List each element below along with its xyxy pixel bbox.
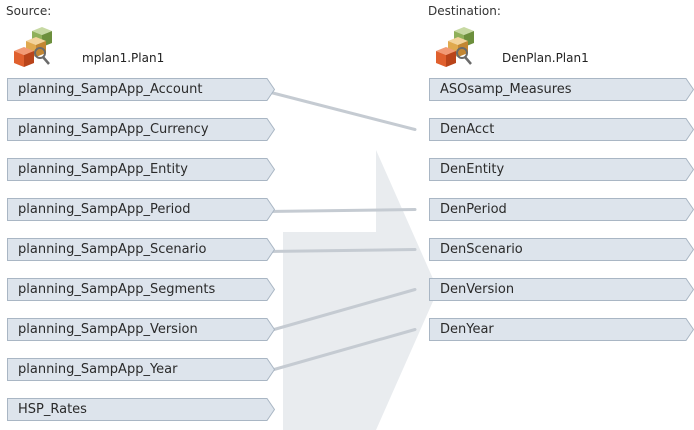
destination-dimension-label: DenPeriod bbox=[440, 202, 507, 217]
source-dimension-label: planning_SampApp_Currency bbox=[18, 122, 209, 137]
source-dimension-list: planning_SampApp_Account planning_SampAp… bbox=[7, 78, 275, 430]
destination-dimension-label: DenEntity bbox=[440, 162, 505, 177]
dimension-mapping-canvas: Source: Destination: mplan1.Plan1 DenPla… bbox=[0, 0, 694, 430]
source-plan-name: mplan1.Plan1 bbox=[82, 51, 165, 65]
source-dimension-item[interactable]: planning_SampApp_Account bbox=[7, 78, 275, 101]
source-dimension-label: planning_SampApp_Segments bbox=[18, 282, 216, 297]
destination-dimension-item[interactable]: DenAcct bbox=[429, 118, 694, 141]
source-label: Source: bbox=[6, 4, 52, 18]
direction-arrow-shape bbox=[283, 150, 438, 430]
destination-plan-name: DenPlan.Plan1 bbox=[502, 51, 589, 65]
source-dimension-item[interactable]: planning_SampApp_Period bbox=[7, 198, 275, 221]
source-dimension-label: HSP_Rates bbox=[18, 402, 87, 417]
plan-cube-icon bbox=[14, 27, 52, 67]
destination-dimension-label: DenVersion bbox=[440, 282, 515, 297]
destination-label: Destination: bbox=[428, 4, 501, 18]
source-dimension-item[interactable]: planning_SampApp_Segments bbox=[7, 278, 275, 301]
destination-dimension-label: DenAcct bbox=[440, 122, 495, 137]
destination-dimension-item[interactable]: DenEntity bbox=[429, 158, 694, 181]
destination-dimension-label: DenYear bbox=[440, 322, 494, 337]
destination-dimension-item[interactable]: DenYear bbox=[429, 318, 694, 341]
source-dimension-label: planning_SampApp_Entity bbox=[18, 162, 188, 177]
source-dimension-label: planning_SampApp_Account bbox=[18, 82, 203, 97]
destination-dimension-list: ASOsamp_Measures DenAcct DenEntity DenPe… bbox=[429, 78, 694, 358]
source-dimension-item[interactable]: planning_SampApp_Entity bbox=[7, 158, 275, 181]
source-dimension-item[interactable]: planning_SampApp_Currency bbox=[7, 118, 275, 141]
source-dimension-item[interactable]: HSP_Rates bbox=[7, 398, 275, 421]
destination-dimension-item[interactable]: ASOsamp_Measures bbox=[429, 78, 694, 101]
source-dimension-label: planning_SampApp_Version bbox=[18, 322, 198, 337]
source-dimension-item[interactable]: planning_SampApp_Version bbox=[7, 318, 275, 341]
source-dimension-item[interactable]: planning_SampApp_Scenario bbox=[7, 238, 275, 261]
source-dimension-label: planning_SampApp_Scenario bbox=[18, 242, 207, 257]
source-dimension-label: planning_SampApp_Year bbox=[18, 362, 178, 377]
destination-dimension-item[interactable]: DenPeriod bbox=[429, 198, 694, 221]
destination-dimension-label: ASOsamp_Measures bbox=[440, 82, 572, 97]
destination-dimension-item[interactable]: DenVersion bbox=[429, 278, 694, 301]
destination-dimension-label: DenScenario bbox=[440, 242, 523, 257]
destination-dimension-item[interactable]: DenScenario bbox=[429, 238, 694, 261]
plan-cube-icon bbox=[436, 27, 474, 67]
source-dimension-label: planning_SampApp_Period bbox=[18, 202, 191, 217]
source-dimension-item[interactable]: planning_SampApp_Year bbox=[7, 358, 275, 381]
